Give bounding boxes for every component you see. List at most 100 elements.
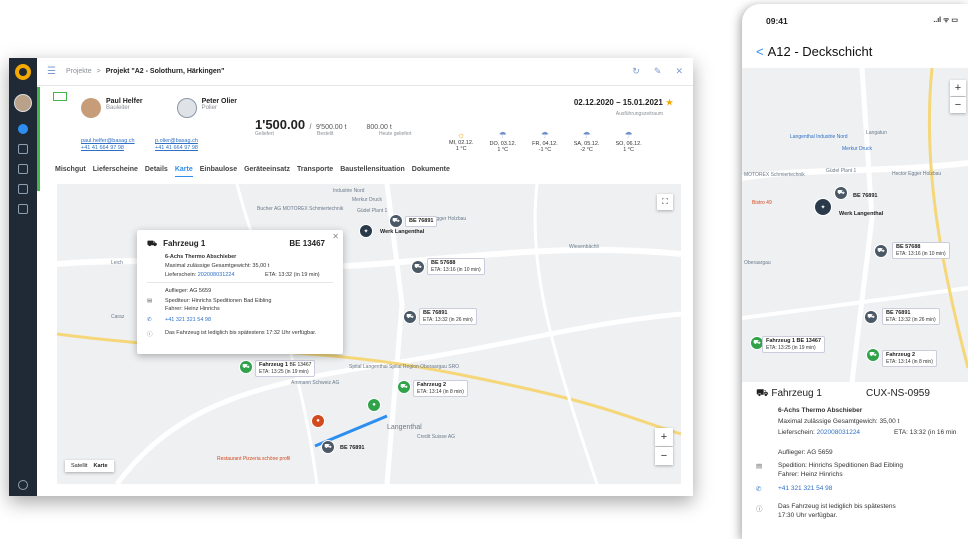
cloud-icon: ☂	[540, 130, 549, 140]
email-link[interactable]: p.olier@basag.ch	[155, 138, 198, 145]
delivery-note: Lieferschein: 202008031224	[778, 429, 860, 436]
delivery-link[interactable]: 202008031224	[817, 429, 860, 436]
map-button[interactable]: Karte	[94, 463, 108, 469]
truck-marker[interactable]: ⛟	[874, 244, 888, 258]
destination-marker[interactable]: ●	[367, 398, 381, 412]
truck-marker[interactable]: ⛟	[834, 186, 848, 200]
calendar-icon[interactable]	[18, 164, 28, 174]
tab-einbaulose[interactable]: Einbaulose	[200, 166, 237, 177]
truck-marker[interactable]: ⛟	[411, 260, 425, 274]
phone-link[interactable]: +41 321 321 54 98	[778, 485, 832, 492]
truck-id: BE 57688	[896, 244, 921, 250]
info-icon: ⓘ	[756, 506, 763, 513]
contact-bauleiter: Paul Helfer Bauleiter	[81, 98, 143, 118]
date-range: 02.12.2020 – 15.01.2021 ★	[574, 98, 673, 107]
breadcrumb-root[interactable]: Projekte	[66, 68, 92, 75]
user-avatar[interactable]	[14, 94, 32, 112]
close-icon[interactable]: ✕	[332, 232, 339, 241]
mobile-map[interactable]: Langenthal Industrie Nord Langatun Merku…	[742, 68, 968, 382]
zoom-in-button[interactable]: +	[655, 428, 673, 446]
phone-link[interactable]: +41 41 664 97 98	[155, 145, 198, 152]
tab-details[interactable]: Details	[145, 166, 168, 177]
zoom-out-button[interactable]: −	[950, 97, 966, 113]
tab-transporte[interactable]: Transporte	[297, 166, 333, 177]
per-hour-label: Heute geliefert	[379, 131, 412, 137]
map-label: Ammann Schweiz AG	[291, 380, 340, 386]
truck-label: Fahrzeug 1 BE 13467 ETA: 13:25 (in 19 min…	[255, 360, 316, 377]
tab-geraeteeinsatz[interactable]: Geräteeinsatz	[244, 166, 290, 177]
zoom-out-button[interactable]: −	[655, 447, 673, 465]
map-label: Spital Langenthal Spital Region Oberaarg…	[349, 364, 460, 370]
contact-polier: Peter Olier Polier	[176, 98, 237, 118]
truck-eta: ETA: 13:32 (in 26 min)	[886, 316, 936, 323]
date-range-text: 02.12.2020 – 15.01.2021	[573, 98, 663, 107]
per-hour-value: 800.00 t	[366, 124, 392, 131]
vehicle-type: 6-Achs Thermo Abschieber	[778, 407, 863, 414]
contact-links-1: paul.helfer@basag.ch +41 41 664 97 98	[81, 138, 135, 152]
email-link[interactable]: paul.helfer@basag.ch	[81, 138, 135, 145]
map-label: Langenthal	[387, 424, 422, 431]
truck-marker[interactable]: ⛟	[321, 440, 335, 454]
cloud-icon: ☂	[498, 130, 507, 140]
truck-marker[interactable]: ⛟	[403, 310, 417, 324]
star-icon[interactable]: ★	[666, 98, 673, 107]
back-button[interactable]: <	[756, 44, 764, 59]
tab-mischgut[interactable]: Mischgut	[55, 166, 86, 177]
truck-marker[interactable]: ⛟	[397, 380, 411, 394]
truck-label: Fahrzeug 1 BE 13467 ETA: 13:25 (in 19 min…	[762, 336, 826, 353]
mobile-title-bar: < A12 - Deckschicht	[756, 44, 872, 59]
tab-dokumente[interactable]: Dokumente	[412, 166, 450, 177]
map-view[interactable]: Industrie Nord Merkur Druck Bucher AG MO…	[57, 184, 681, 484]
database-icon[interactable]	[18, 204, 28, 214]
plant-marker[interactable]: ✦	[814, 198, 832, 216]
quantity-labels: Geliefert Bestellt Heute geliefert	[255, 131, 412, 137]
weather-temp: -1 °C	[538, 147, 552, 153]
truck-marker[interactable]: ⛟	[389, 214, 403, 228]
delivery-icon[interactable]	[18, 144, 28, 154]
status-icons: ..ıl ᯤ ▭	[933, 17, 958, 24]
popup-title: Fahrzeug 1	[163, 239, 206, 248]
settings-icon[interactable]	[18, 480, 28, 490]
truck-eta: ETA: 13:16 (in 10 min)	[431, 266, 481, 273]
edit-icon[interactable]: ✎	[654, 66, 662, 77]
app-logo[interactable]	[15, 64, 31, 80]
phone-link[interactable]: +41 41 664 97 98	[81, 145, 135, 152]
card-eta: ETA: 13:32 (in 16 min	[894, 429, 957, 436]
origin-marker[interactable]: ●	[311, 414, 325, 428]
list-icon[interactable]	[18, 184, 28, 194]
map-label: Wiesenbächli	[569, 244, 599, 250]
max-weight: Maximal zulässige Gesamtgewicht: 35,00 t	[165, 263, 270, 269]
zoom-in-button[interactable]: +	[950, 80, 966, 96]
tab-karte[interactable]: Karte	[174, 166, 193, 177]
refresh-icon[interactable]: ↻	[632, 66, 640, 77]
truck-label: BE 76891	[405, 216, 438, 227]
map-label: Merkur Druck	[842, 146, 873, 152]
menu-icon[interactable]: ☰	[47, 66, 56, 77]
popup-plate: BE 13467	[289, 239, 325, 248]
close-icon[interactable]: ✕	[675, 66, 683, 77]
weather-temp: 1 °C	[623, 147, 634, 153]
dashboard-icon[interactable]	[18, 124, 28, 134]
satellite-button[interactable]: Satellit	[71, 463, 88, 469]
truck-eta: ETA: 13:14 (in 8 min)	[417, 388, 464, 395]
truck-id: BE 76891	[853, 193, 878, 199]
tab-lieferscheine[interactable]: Lieferscheine	[93, 166, 138, 177]
fullscreen-button[interactable]: ⛶	[657, 194, 673, 210]
map-label: MOTOREX Schmiertechnik	[744, 172, 805, 178]
weather-day: ☂ SA, 05.12. -2 °C	[574, 130, 600, 153]
popup-header: ⛟ Fahrzeug 1	[147, 239, 205, 249]
delivery-link[interactable]: 202008031224	[198, 272, 235, 278]
tab-baustellensituation[interactable]: Baustellensituation	[340, 166, 405, 177]
phone-link[interactable]: +41 321 321 54 98	[165, 317, 211, 323]
truck-marker[interactable]: ⛟	[239, 360, 253, 374]
road-network	[742, 68, 968, 382]
map-label: Bistro 49	[752, 200, 772, 206]
truck-marker[interactable]: ⛟	[864, 310, 878, 324]
plant-marker[interactable]: ✦	[359, 224, 373, 238]
cloud-icon: ☂	[582, 130, 591, 140]
map-label: Industrie Nord	[333, 188, 365, 194]
map-label: Güdel Plant 1	[357, 208, 388, 214]
truck-marker[interactable]: ⛟	[866, 348, 880, 362]
map-label: Langenthal Industrie Nord	[790, 134, 848, 140]
card-title: Fahrzeug 1	[771, 388, 822, 399]
